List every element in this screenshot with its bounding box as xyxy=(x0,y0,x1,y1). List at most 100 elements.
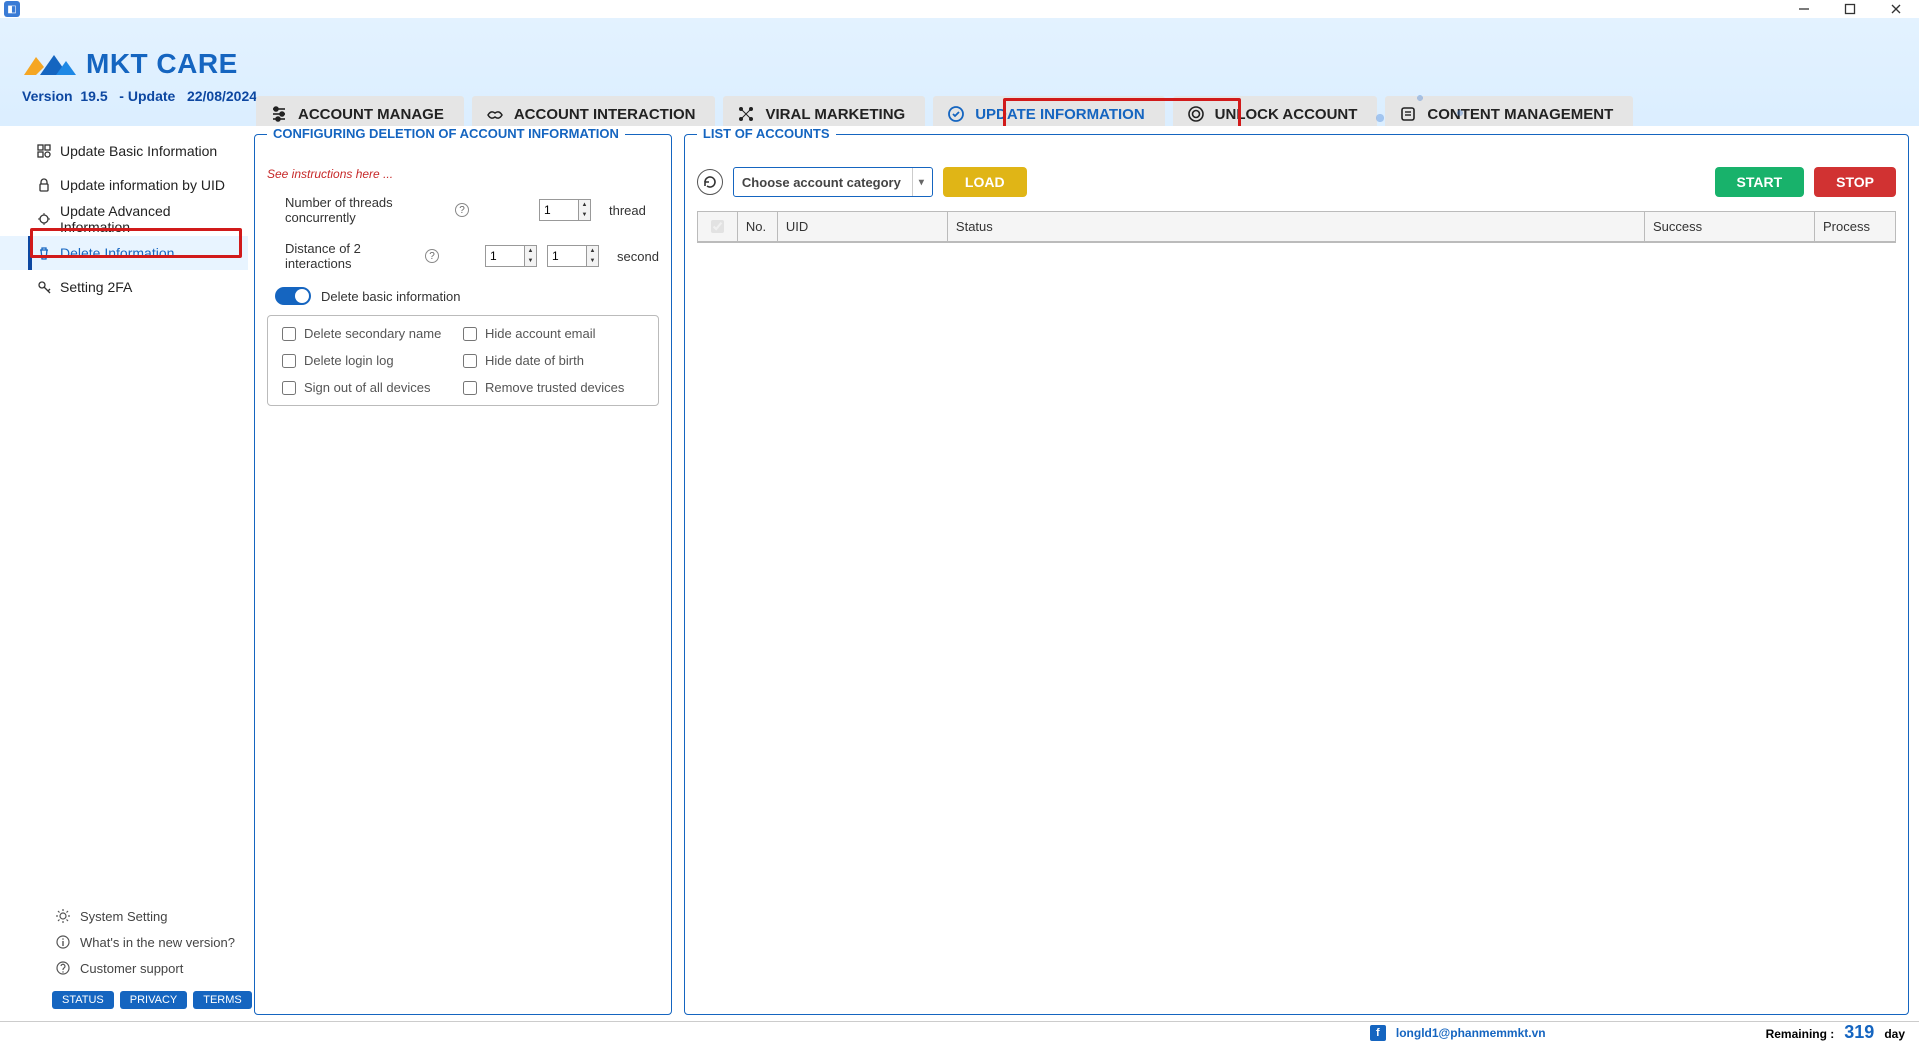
distance-max-input[interactable] xyxy=(548,246,586,266)
refresh-icon xyxy=(702,174,718,190)
distance-min-spinner[interactable]: ▲▼ xyxy=(485,245,537,267)
sidebar-item-label: Delete Information xyxy=(60,245,174,261)
key-icon xyxy=(36,279,52,295)
tab-viral-marketing[interactable]: VIRAL MARKETING xyxy=(723,96,925,126)
facebook-icon[interactable]: f xyxy=(1370,1025,1386,1041)
col-status[interactable]: Status xyxy=(948,212,1645,242)
network-icon xyxy=(737,105,755,123)
window-maximize-button[interactable] xyxy=(1827,0,1873,18)
sidebar-item-update-basic[interactable]: Update Basic Information xyxy=(0,134,248,168)
version-value: 19.5 xyxy=(80,88,107,104)
tab-account-manage[interactable]: ACCOUNT MANAGE xyxy=(256,96,464,126)
tab-account-interaction[interactable]: ACCOUNT INTERACTION xyxy=(472,96,716,126)
tab-label: ACCOUNT MANAGE xyxy=(298,106,444,123)
sidebar-item-update-by-uid[interactable]: Update information by UID xyxy=(0,168,248,202)
footer-email[interactable]: longld1@phanmemmkt.vn xyxy=(1396,1026,1546,1040)
spin-up[interactable]: ▲ xyxy=(525,246,536,256)
help-icon xyxy=(56,961,70,975)
sidebar-item-label: Setting 2FA xyxy=(60,279,132,295)
load-button[interactable]: LOAD xyxy=(943,167,1027,197)
status-pill[interactable]: STATUS xyxy=(52,991,114,1009)
window-controls xyxy=(1781,0,1919,18)
unlock-spiral-icon xyxy=(1187,105,1205,123)
threads-label: Number of threads concurrently xyxy=(285,195,445,225)
instructions-link[interactable]: See instructions here ... xyxy=(267,167,659,181)
remaining-unit: day xyxy=(1884,1027,1905,1041)
whats-new-link[interactable]: What's in the new version? xyxy=(0,929,248,955)
refresh-button[interactable] xyxy=(697,169,723,195)
delete-options-group: Delete secondary name Hide account email… xyxy=(267,315,659,406)
check-label: Hide account email xyxy=(485,326,596,341)
system-setting-link[interactable]: System Setting xyxy=(0,903,248,929)
threads-input[interactable] xyxy=(540,200,578,220)
version-line: Version 19.5 - Update 22/08/2024 xyxy=(22,88,257,104)
logo-mark-icon xyxy=(22,49,80,79)
tab-update-information[interactable]: UPDATE INFORMATION xyxy=(933,96,1164,126)
select-all-checkbox-cell[interactable] xyxy=(698,212,738,242)
tab-label: ACCOUNT INTERACTION xyxy=(514,106,696,123)
grid-icon xyxy=(36,143,52,159)
update-date: 22/08/2024 xyxy=(187,88,257,104)
select-all-checkbox[interactable] xyxy=(711,220,724,233)
check-label: Remove trusted devices xyxy=(485,380,624,395)
sidebar-item-label: Update Advanced Information xyxy=(60,203,236,235)
help-icon[interactable]: ? xyxy=(425,249,439,263)
tab-label: UNLOCK ACCOUNT xyxy=(1215,106,1358,123)
check-sign-out-all-devices[interactable]: Sign out of all devices xyxy=(282,380,463,395)
tab-label: UPDATE INFORMATION xyxy=(975,106,1144,123)
tab-label: CONTENT MANAGEMENT xyxy=(1427,106,1613,123)
lock-icon xyxy=(36,177,52,193)
app-logo: MKT CARE xyxy=(22,48,238,80)
bottom-link-label: What's in the new version? xyxy=(80,935,235,950)
check-delete-login-log[interactable]: Delete login log xyxy=(282,353,463,368)
accounts-panel-title: LIST OF ACCOUNTS xyxy=(697,126,836,141)
bottom-link-label: Customer support xyxy=(80,961,183,976)
status-bar: f longld1@phanmemmkt.vn Remaining : 319 … xyxy=(0,1021,1919,1043)
remaining-label: Remaining : xyxy=(1766,1027,1835,1041)
check-delete-secondary-name[interactable]: Delete secondary name xyxy=(282,326,463,341)
info-icon xyxy=(56,935,70,949)
threads-spinner[interactable]: ▲▼ xyxy=(539,199,591,221)
col-uid[interactable]: UID xyxy=(778,212,948,242)
distance-max-spinner[interactable]: ▲▼ xyxy=(547,245,599,267)
trash-icon xyxy=(36,245,52,261)
spin-up[interactable]: ▲ xyxy=(587,246,598,256)
customer-support-link[interactable]: Customer support xyxy=(0,955,248,981)
sidebar-item-update-advanced[interactable]: Update Advanced Information xyxy=(0,202,248,236)
combo-label: Choose account category xyxy=(742,175,901,190)
col-no[interactable]: No. xyxy=(738,212,778,242)
window-close-button[interactable] xyxy=(1873,0,1919,18)
spin-down[interactable]: ▼ xyxy=(587,256,598,266)
help-icon[interactable]: ? xyxy=(455,203,469,217)
distance-min-input[interactable] xyxy=(486,246,524,266)
window-minimize-button[interactable] xyxy=(1781,0,1827,18)
distance-unit: second xyxy=(617,249,659,264)
update-label: - Update xyxy=(119,88,175,104)
spin-down[interactable]: ▼ xyxy=(525,256,536,266)
start-button[interactable]: START xyxy=(1715,167,1805,197)
check-hide-date-of-birth[interactable]: Hide date of birth xyxy=(463,353,644,368)
distance-label: Distance of 2 interactions xyxy=(285,241,415,271)
window-title-bar: ◧ xyxy=(0,0,1919,18)
tab-content-management[interactable]: CONTENT MANAGEMENT xyxy=(1385,96,1633,126)
privacy-pill[interactable]: PRIVACY xyxy=(120,991,187,1009)
spin-up[interactable]: ▲ xyxy=(579,200,590,210)
check-remove-trusted-devices[interactable]: Remove trusted devices xyxy=(463,380,644,395)
version-label: Version xyxy=(22,88,73,104)
col-success[interactable]: Success xyxy=(1645,212,1815,242)
document-icon xyxy=(1399,105,1417,123)
sidebar-item-setting-2fa[interactable]: Setting 2FA xyxy=(0,270,248,304)
chevron-down-icon: ▾ xyxy=(912,168,924,196)
stop-button[interactable]: STOP xyxy=(1814,167,1896,197)
col-process[interactable]: Process xyxy=(1815,212,1895,242)
advanced-icon xyxy=(36,211,52,227)
config-panel: CONFIGURING DELETION OF ACCOUNT INFORMAT… xyxy=(254,134,672,1015)
delete-basic-toggle[interactable] xyxy=(275,287,311,305)
app-icon: ◧ xyxy=(4,1,20,17)
sidebar-item-delete-information[interactable]: Delete Information xyxy=(0,236,248,270)
tab-unlock-account[interactable]: UNLOCK ACCOUNT xyxy=(1173,96,1378,126)
account-category-combo[interactable]: Choose account category ▾ xyxy=(733,167,933,197)
check-hide-account-email[interactable]: Hide account email xyxy=(463,326,644,341)
spin-down[interactable]: ▼ xyxy=(579,210,590,220)
terms-pill[interactable]: TERMS xyxy=(193,991,252,1009)
